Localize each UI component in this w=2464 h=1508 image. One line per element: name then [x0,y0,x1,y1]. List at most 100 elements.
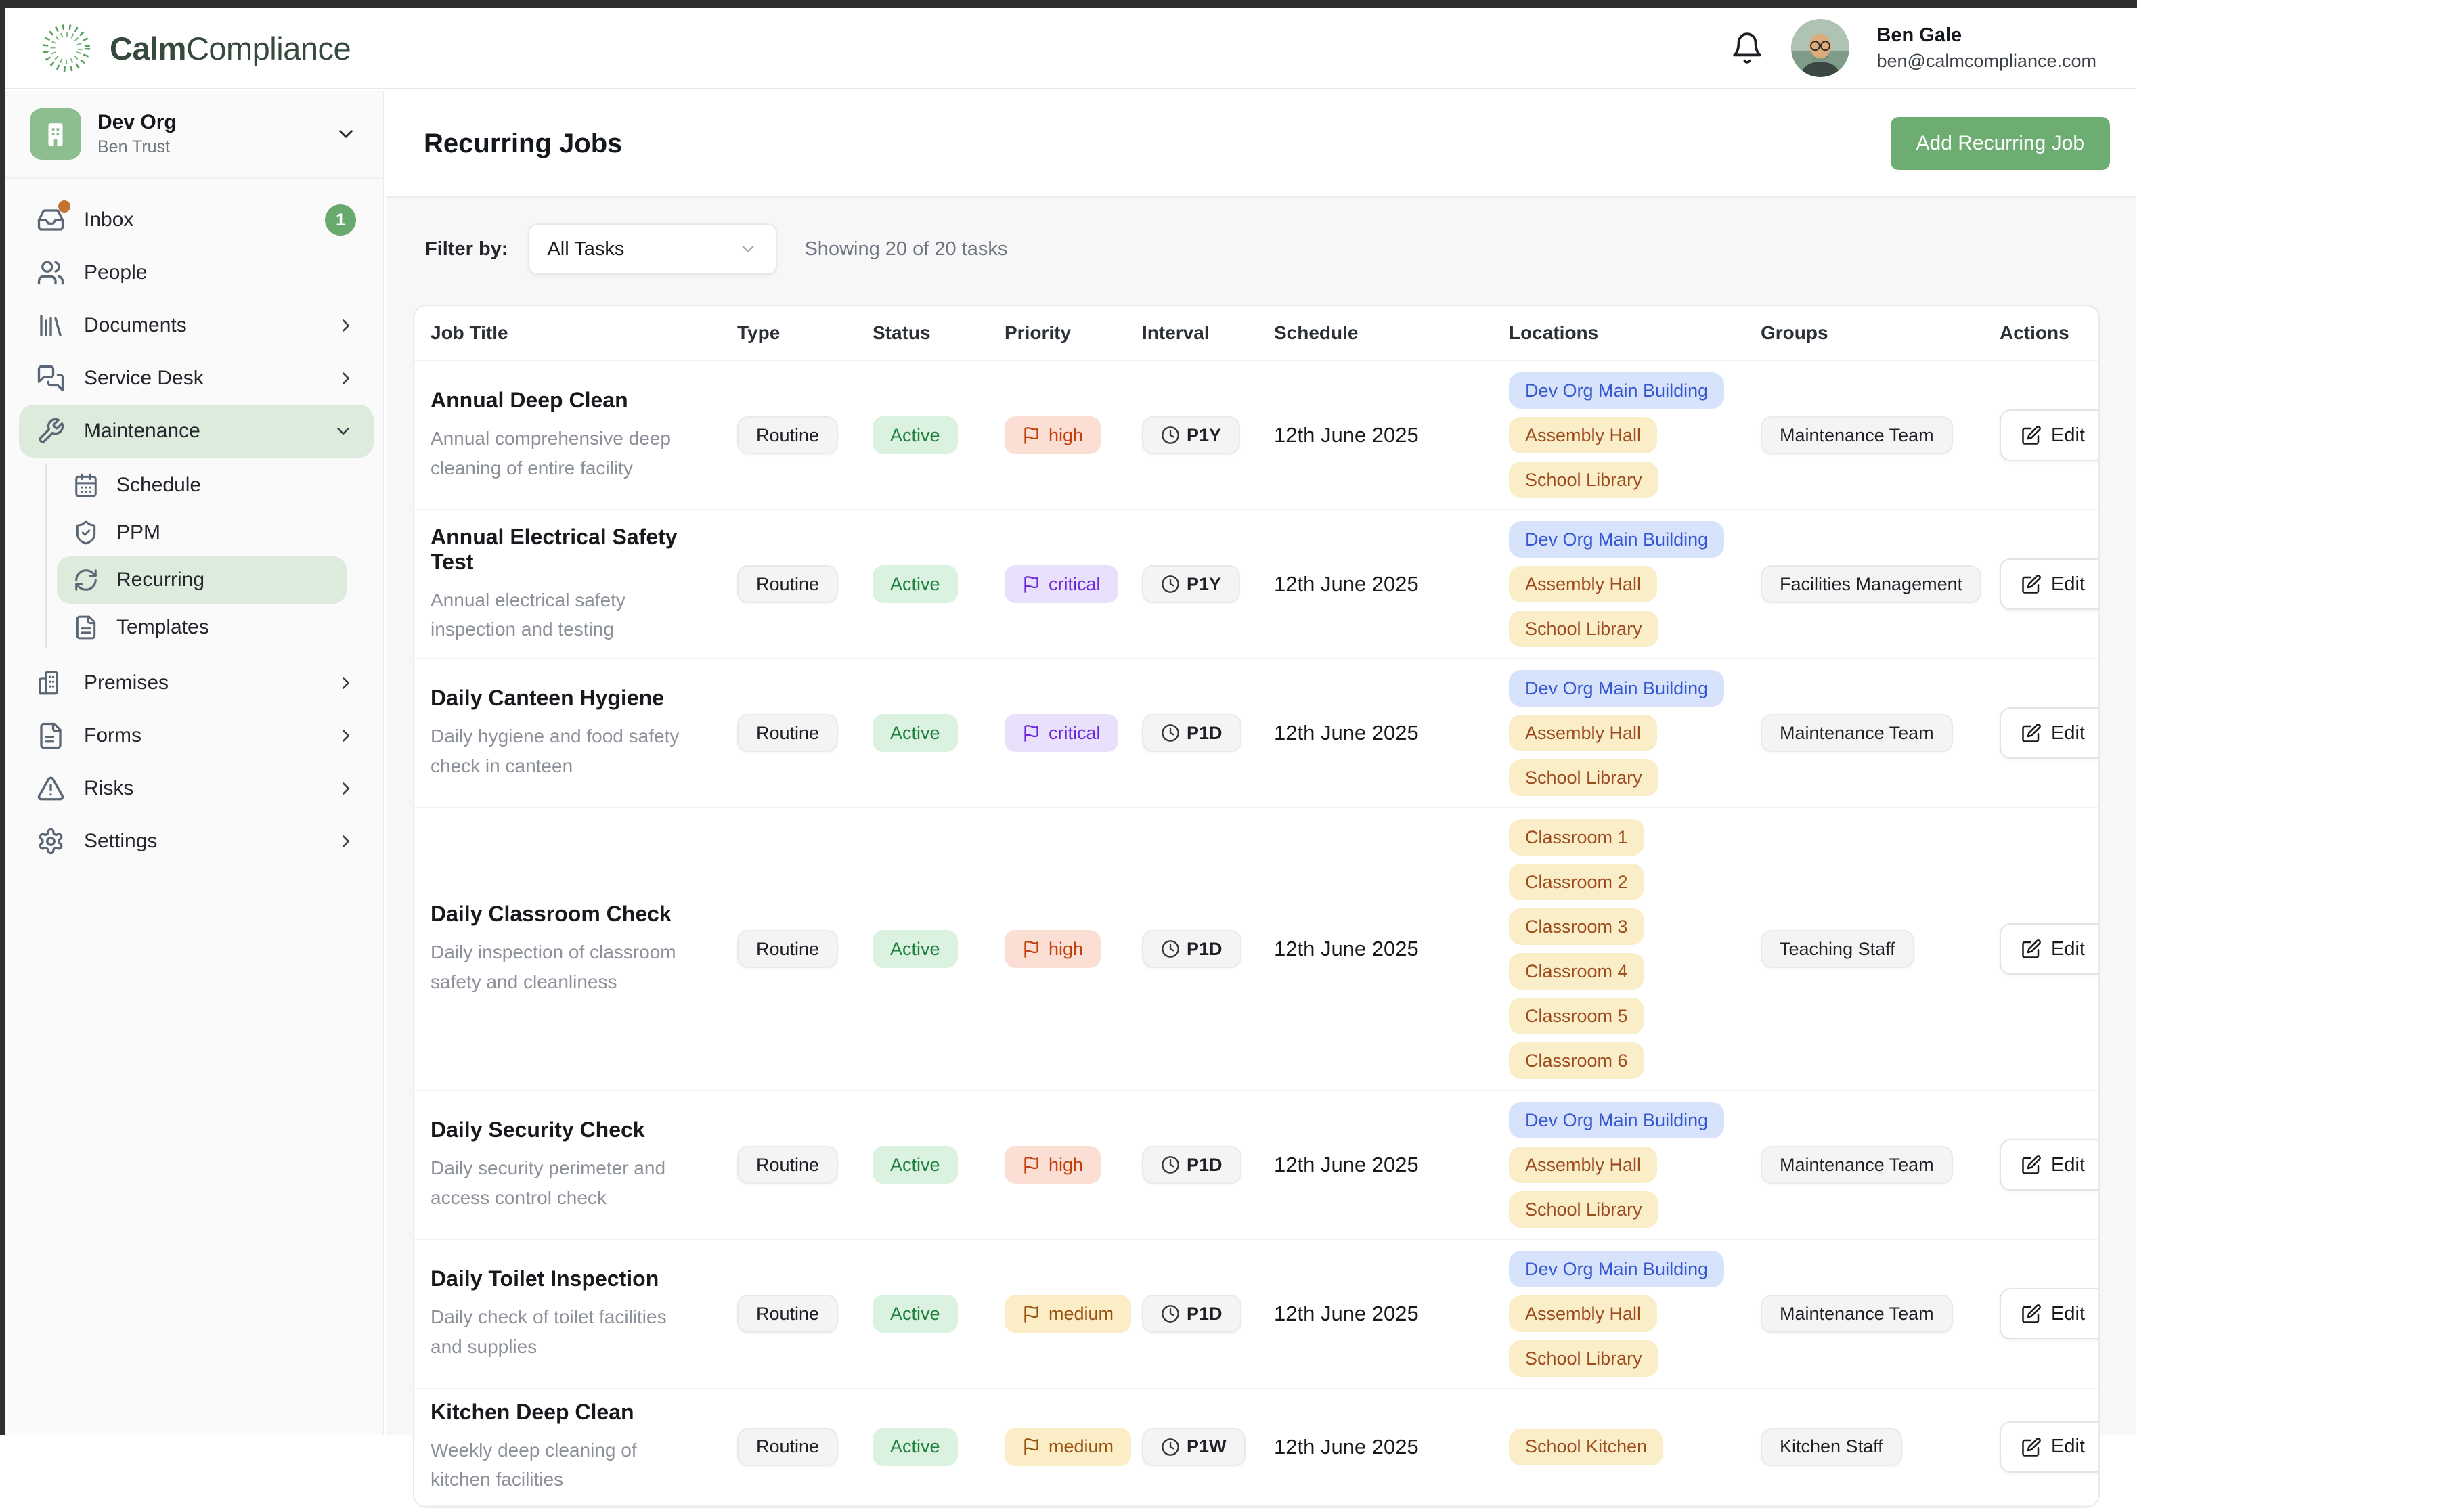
job-title-cell: Annual Electrical Safety Test Annual ele… [431,525,737,644]
edit-button[interactable]: Edit [2000,409,2100,461]
schedule-cell: 12th June 2025 [1274,572,1509,596]
sidebar-item-label: Inbox [84,208,133,231]
notifications-bell-icon[interactable] [1730,31,1764,65]
priority-label: medium [1049,1436,1114,1457]
edit-pencil-icon [2021,1437,2042,1457]
location-badge: Dev Org Main Building [1509,1102,1724,1138]
flag-icon [1022,1156,1040,1174]
org-subtitle: Ben Trust [97,137,177,157]
add-recurring-job-button[interactable]: Add Recurring Job [1891,117,2110,170]
priority-label: high [1049,1155,1083,1176]
sidebar-item-documents[interactable]: Documents [5,299,383,352]
sidebar-item-recurring[interactable]: Recurring [57,556,347,604]
edit-button[interactable]: Edit [2000,707,2100,759]
locations-cell: Dev Org Main BuildingAssembly HallSchool… [1509,521,1761,647]
sidebar-item-settings[interactable]: Settings [5,815,383,868]
recurring-jobs-table: Job Title Type Status Priority Interval … [413,305,2100,1508]
group-badge: Facilities Management [1761,565,1981,603]
type-badge: Routine [737,1295,838,1333]
location-badge: School Kitchen [1509,1429,1663,1465]
flag-icon [1022,1305,1040,1323]
inbox-count-badge: 1 [325,204,356,236]
table-row[interactable]: Daily Classroom Check Daily inspection o… [414,808,2098,1091]
locations-cell: Dev Org Main BuildingAssembly HallSchool… [1509,1102,1761,1228]
wrench-icon [37,417,65,445]
sidebar-item-templates[interactable]: Templates [5,604,383,651]
groups-cell: Maintenance Team [1761,714,2000,752]
org-building-icon [30,108,81,160]
groups-cell: Facilities Management [1761,565,2000,603]
interval-cell: P1D [1142,930,1274,968]
status-cell: Active [873,1295,1005,1333]
location-badge: Assembly Hall [1509,715,1657,751]
template-file-icon [73,615,99,640]
interval-badge: P1Y [1142,416,1240,454]
task-filter-dropdown[interactable]: All Tasks [528,223,777,275]
user-info[interactable]: Ben Gale ben@calmcompliance.com [1876,24,2096,72]
table-row[interactable]: Daily Canteen Hygiene Daily hygiene and … [414,659,2098,808]
flag-icon [1022,426,1040,445]
status-cell: Active [873,1428,1005,1466]
edit-button[interactable]: Edit [2000,1288,2100,1339]
user-avatar[interactable] [1791,19,1849,77]
sidebar-item-ppm[interactable]: PPM [5,509,383,556]
edit-button[interactable]: Edit [2000,1139,2100,1191]
location-badge: Classroom 5 [1509,998,1644,1034]
locations-cell: Classroom 1Classroom 2Classroom 3Classro… [1509,819,1761,1079]
interval-badge: P1D [1142,930,1241,968]
table-row[interactable]: Daily Toilet Inspection Daily check of t… [414,1240,2098,1389]
table-row[interactable]: Annual Deep Clean Annual comprehensive d… [414,361,2098,510]
sidebar-item-inbox[interactable]: Inbox 1 [5,194,383,246]
table-row[interactable]: Daily Security Check Daily security peri… [414,1091,2098,1240]
job-title-cell: Daily Security Check Daily security peri… [431,1117,737,1212]
edit-pencil-icon [2021,939,2042,959]
filter-bar: Filter by: All Tasks Showing 20 of 20 ta… [413,214,2100,284]
table-row[interactable]: Annual Electrical Safety Test Annual ele… [414,510,2098,659]
edit-pencil-icon [2021,574,2042,594]
groups-cell: Maintenance Team [1761,1146,2000,1184]
location-badge: Assembly Hall [1509,566,1657,602]
locations-cell: Dev Org Main BuildingAssembly HallSchool… [1509,372,1761,498]
location-badge: Classroom 3 [1509,908,1644,945]
org-switcher[interactable]: Dev Org Ben Trust [5,91,383,179]
sidebar-item-people[interactable]: People [5,246,383,299]
location-badge: Dev Org Main Building [1509,372,1724,409]
priority-badge: high [1005,930,1101,968]
priority-cell: high [1005,930,1142,968]
sidebar-item-label: Templates [116,616,209,639]
job-description: Daily inspection of classroom safety and… [431,937,690,996]
column-header: Interval [1142,322,1274,344]
schedule-cell: 12th June 2025 [1274,423,1509,447]
sidebar-item-schedule[interactable]: Schedule [5,462,383,509]
interval-label: P1D [1187,1155,1223,1176]
sidebar-item-service-desk[interactable]: Service Desk [5,352,383,405]
column-header: Actions [2000,322,2098,344]
edit-button[interactable]: Edit [2000,558,2100,610]
priority-cell: high [1005,416,1142,454]
groups-cell: Kitchen Staff [1761,1428,2000,1466]
job-title: Daily Classroom Check [431,902,690,927]
column-header: Schedule [1274,322,1509,344]
job-title-cell: Annual Deep Clean Annual comprehensive d… [431,388,737,483]
shield-check-icon [73,520,99,546]
status-cell: Active [873,416,1005,454]
sidebar-item-maintenance[interactable]: Maintenance [19,405,374,458]
flag-icon [1022,1438,1040,1456]
sidebar-item-risks[interactable]: Risks [5,762,383,815]
status-cell: Active [873,565,1005,603]
job-title: Annual Deep Clean [431,388,690,413]
edit-label: Edit [2051,722,2085,745]
interval-cell: P1Y [1142,416,1274,454]
location-badge: School Library [1509,1340,1658,1377]
flag-icon [1022,724,1040,742]
location-badge: Assembly Hall [1509,1147,1657,1183]
sidebar-item-forms[interactable]: Forms [5,709,383,762]
table-row[interactable]: Kitchen Deep Clean Weekly deep cleaning … [414,1389,2098,1507]
chevron-right-icon [336,778,356,799]
groups-cell: Teaching Staff [1761,930,2000,968]
edit-button[interactable]: Edit [2000,1421,2100,1473]
sidebar-item-premises[interactable]: Premises [5,657,383,709]
edit-button[interactable]: Edit [2000,923,2100,975]
sidebar-item-label: Forms [84,724,141,747]
clock-icon [1161,1155,1180,1174]
